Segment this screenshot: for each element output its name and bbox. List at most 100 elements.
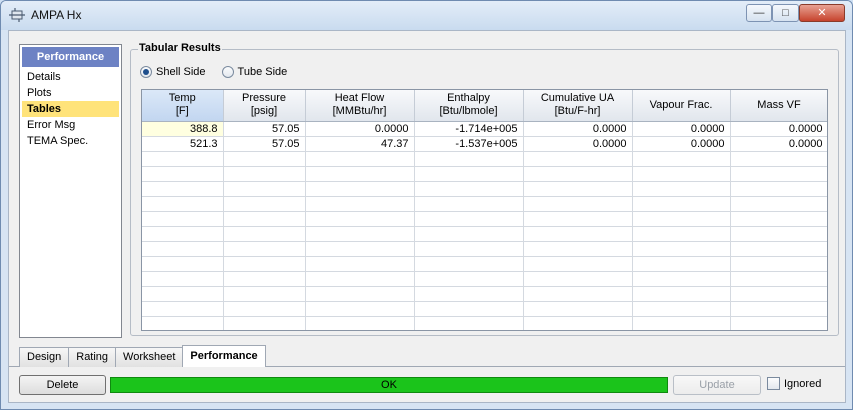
- table-cell[interactable]: 0.0000: [523, 121, 633, 137]
- delete-button[interactable]: Delete: [19, 375, 106, 395]
- empty-cell: [142, 316, 224, 330]
- ignored-checkbox[interactable]: Ignored: [767, 377, 821, 390]
- column-header[interactable]: Temp [F]: [142, 90, 224, 122]
- nav-item-tables[interactable]: Tables: [22, 101, 119, 117]
- table-cell[interactable]: 47.37: [305, 136, 415, 152]
- ignored-label: Ignored: [784, 377, 822, 390]
- table-cell[interactable]: -1.537e+005: [414, 136, 524, 152]
- nav-item-plots[interactable]: Plots: [22, 85, 119, 101]
- close-button[interactable]: ✕: [799, 4, 845, 22]
- empty-cell: [142, 226, 224, 242]
- empty-row: [142, 166, 827, 182]
- empty-cell: [523, 256, 633, 272]
- table-row[interactable]: 388.8 57.05 0.0000 -1.714e+005 0.0000 0.0000 0…: [142, 121, 827, 137]
- column-unit: [F]: [175, 105, 189, 118]
- column-name: Temp: [168, 92, 196, 105]
- empty-cell: [632, 286, 731, 302]
- empty-row: [142, 316, 827, 330]
- empty-row: [142, 286, 827, 302]
- client-area: Performance Details Plots Tables Error Msg T…: [8, 30, 846, 403]
- empty-cell: [414, 301, 524, 317]
- nav-item-error-msg[interactable]: Error Msg: [22, 117, 119, 133]
- empty-cell: [223, 211, 306, 227]
- table-cell[interactable]: 0.0000: [730, 136, 827, 152]
- table-cell[interactable]: 57.05: [223, 121, 306, 137]
- maximize-button[interactable]: □: [772, 4, 799, 22]
- window-title: AMPA Hx: [31, 8, 82, 22]
- empty-cell: [305, 286, 415, 302]
- minimize-button[interactable]: —: [746, 4, 772, 22]
- tab-strip: Design Rating Worksheet Performance: [19, 345, 266, 367]
- empty-cell: [730, 286, 827, 302]
- column-name: Enthalpy: [447, 92, 490, 105]
- empty-cell: [414, 151, 524, 167]
- empty-cell: [523, 181, 633, 197]
- empty-cell: [305, 226, 415, 242]
- shell-side-radio[interactable]: Shell Side: [140, 66, 206, 78]
- empty-cell: [142, 151, 224, 167]
- column-header[interactable]: Vapour Frac.: [632, 90, 731, 122]
- empty-cell: [523, 271, 633, 287]
- empty-cell: [223, 286, 306, 302]
- table-cell[interactable]: 0.0000: [730, 121, 827, 137]
- column-header[interactable]: Cumulative UA [Btu/F-hr]: [523, 90, 633, 122]
- empty-cell: [305, 166, 415, 182]
- empty-cell: [523, 166, 633, 182]
- table-cell[interactable]: 388.8: [142, 121, 224, 137]
- table-cell[interactable]: 0.0000: [632, 136, 731, 152]
- empty-cell: [730, 196, 827, 212]
- empty-cell: [223, 301, 306, 317]
- empty-cell: [523, 151, 633, 167]
- nav-item-details[interactable]: Details: [22, 69, 119, 85]
- tab-worksheet[interactable]: Worksheet: [115, 347, 184, 367]
- column-header[interactable]: Enthalpy [Btu/lbmole]: [414, 90, 524, 122]
- empty-cell: [305, 151, 415, 167]
- empty-cell: [223, 316, 306, 330]
- empty-cell: [730, 226, 827, 242]
- table-cell[interactable]: 0.0000: [523, 136, 633, 152]
- column-name: Vapour Frac.: [649, 98, 713, 111]
- empty-cell: [223, 181, 306, 197]
- empty-cell: [305, 196, 415, 212]
- empty-cell: [632, 196, 731, 212]
- results-grid[interactable]: Temp [F] Pressure [psig] Heat Flow [MMBtu/hr]…: [141, 89, 828, 331]
- empty-cell: [730, 316, 827, 330]
- tab-performance[interactable]: Performance: [182, 345, 266, 367]
- table-cell[interactable]: 57.05: [223, 136, 306, 152]
- empty-row: [142, 196, 827, 212]
- empty-cell: [305, 211, 415, 227]
- column-unit: [Btu/lbmole]: [439, 105, 498, 118]
- empty-row: [142, 211, 827, 227]
- tab-design[interactable]: Design: [19, 347, 70, 367]
- empty-cell: [142, 181, 224, 197]
- empty-cell: [730, 181, 827, 197]
- column-header[interactable]: Heat Flow [MMBtu/hr]: [305, 90, 415, 122]
- tab-rating[interactable]: Rating: [68, 347, 117, 367]
- empty-cell: [730, 271, 827, 287]
- table-cell[interactable]: 521.3: [142, 136, 224, 152]
- empty-cell: [305, 301, 415, 317]
- column-name: Mass VF: [757, 98, 801, 111]
- page-nav-list: Performance Details Plots Tables Error Msg T…: [19, 44, 122, 338]
- table-cell[interactable]: -1.714e+005: [414, 121, 524, 137]
- table-row[interactable]: 521.3 57.05 47.37 -1.537e+005 0.0000 0.0000 0.…: [142, 136, 827, 152]
- empty-cell: [142, 256, 224, 272]
- empty-cell: [414, 316, 524, 330]
- empty-cell: [414, 166, 524, 182]
- tube-side-radio[interactable]: Tube Side: [221, 66, 287, 78]
- table-cell[interactable]: 0.0000: [305, 121, 415, 137]
- empty-cell: [632, 271, 731, 287]
- empty-cell: [142, 241, 224, 257]
- column-header[interactable]: Mass VF: [730, 90, 827, 122]
- title-bar[interactable]: AMPA Hx — □ ✕: [1, 1, 852, 30]
- tabular-results-group: Tabular Results Shell Side Tube Side Tem…: [130, 42, 839, 336]
- table-cell[interactable]: 0.0000: [632, 121, 731, 137]
- update-button[interactable]: Update: [673, 375, 761, 395]
- empty-row: [142, 271, 827, 287]
- empty-cell: [730, 151, 827, 167]
- empty-cell: [305, 271, 415, 287]
- empty-cell: [523, 196, 633, 212]
- empty-cell: [632, 211, 731, 227]
- column-header[interactable]: Pressure [psig]: [223, 90, 306, 122]
- nav-item-tema-spec[interactable]: TEMA Spec.: [22, 133, 119, 149]
